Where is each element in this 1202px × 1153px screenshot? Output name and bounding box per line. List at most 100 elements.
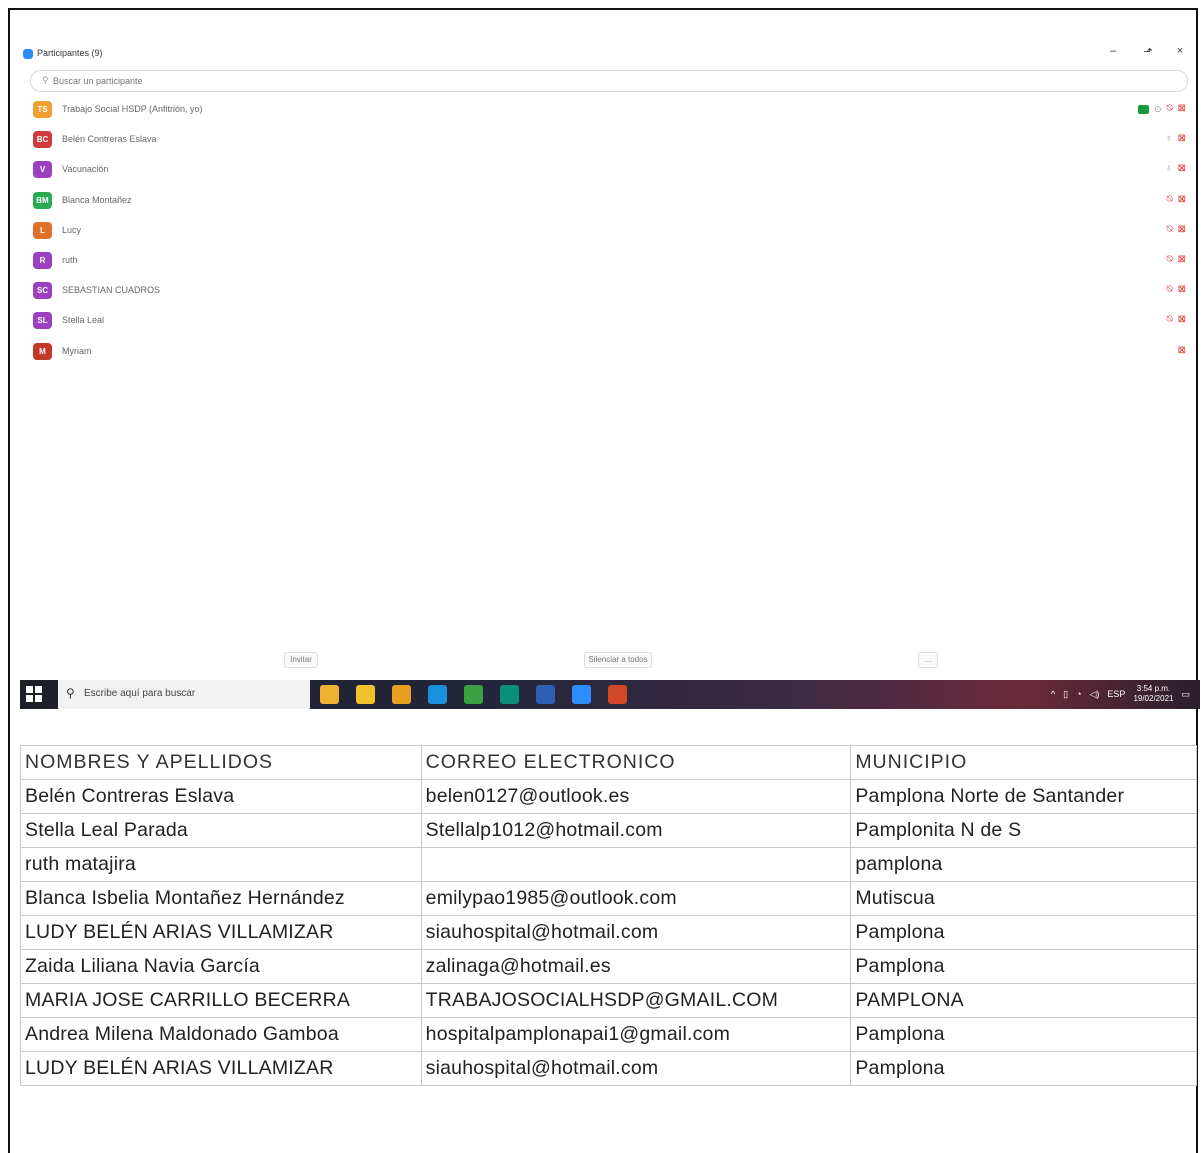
avatar: SL: [33, 312, 52, 330]
participant-status-icons: ♁ ⊠: [1165, 132, 1186, 146]
participant-status-icons: ⊙ ⍉ ⊠: [1138, 102, 1186, 116]
file-explorer-icon[interactable]: [356, 685, 375, 704]
participant-search-box[interactable]: ⚲: [30, 70, 1188, 92]
chrome-icon[interactable]: [392, 685, 411, 704]
chevron-up-icon[interactable]: ^: [1051, 689, 1055, 699]
municipality-cell: Pamplona: [850, 1051, 1197, 1086]
video-off-icon[interactable]: ⊠: [1178, 162, 1186, 176]
table-row: Blanca Isbelia Montañez Hernández emilypa…: [20, 881, 1197, 916]
municipality-cell: pamplona: [850, 847, 1197, 882]
participant-row[interactable]: BM Blanca Montañez ⍉ ⊠: [20, 191, 1192, 221]
minimize-button[interactable]: –: [1105, 45, 1121, 57]
header-names: NOMBRES Y APELLIDOS: [20, 745, 422, 780]
participant-name: Trabajo Social HSDP (Anfitrión, yo): [62, 104, 203, 114]
windows-taskbar: ⚲ Escribe aquí para buscar ^ ▯ ◔ ◁) ESP …: [20, 680, 1200, 709]
network-icon[interactable]: ◔: [1076, 689, 1081, 699]
mic-icon[interactable]: ♁: [1165, 162, 1173, 176]
participant-row[interactable]: SL Stella Leal ⍉ ⊠: [20, 311, 1192, 341]
avatar: BC: [33, 131, 52, 149]
taskbar-apps: [320, 685, 627, 704]
participant-status-icons: ⍉ ⊠: [1167, 223, 1186, 237]
notifications-icon[interactable]: ▭: [1181, 689, 1190, 700]
municipality-cell: Pamplona Norte de Santander: [850, 779, 1197, 814]
participant-row[interactable]: TS Trabajo Social HSDP (Anfitrión, yo) ⊙ ⍉ ⊠: [20, 100, 1192, 130]
taskbar-clock[interactable]: 3:54 p.m. 19/02/2021: [1133, 684, 1173, 704]
participant-status-icons: ⍉ ⊠: [1167, 313, 1186, 327]
participant-row[interactable]: BC Belén Contreras Eslava ♁ ⊠: [20, 130, 1192, 160]
video-off-icon[interactable]: ⊠: [1178, 313, 1186, 327]
participants-data-table: NOMBRES Y APELLIDOS CORREO ELECTRONICO M…: [20, 745, 1197, 1086]
participant-name: Stella Leal: [62, 315, 105, 326]
clock-date: 19/02/2021: [1133, 694, 1174, 703]
video-off-icon[interactable]: ⊠: [1178, 132, 1186, 146]
edge-icon[interactable]: [428, 685, 447, 704]
mic-muted-icon[interactable]: ⍉: [1167, 313, 1173, 327]
participant-status-icons: ⍉ ⊠: [1167, 253, 1186, 267]
zoom-icon[interactable]: [572, 685, 591, 704]
table-row: Belén Contreras Eslava belen0127@outlook.…: [20, 779, 1197, 814]
mic-muted-icon[interactable]: ⍉: [1167, 223, 1173, 237]
participant-row[interactable]: M Myriam ⊠: [20, 342, 1192, 372]
video-off-icon[interactable]: ⊠: [1178, 102, 1186, 116]
windows-start-button[interactable]: [26, 686, 42, 702]
video-off-icon[interactable]: ⊠: [1178, 344, 1186, 358]
taskbar-search-box[interactable]: ⚲ Escribe aquí para buscar: [58, 680, 310, 709]
mic-muted-icon[interactable]: ⍉: [1167, 253, 1173, 267]
video-off-icon[interactable]: ⊠: [1178, 223, 1186, 237]
municipality-cell: Pamplona: [850, 949, 1197, 984]
invite-button[interactable]: Invitar: [284, 652, 318, 668]
mute-all-button[interactable]: Silenciar a todos: [584, 652, 652, 668]
email-cell: Stellalp1012@hotmail.com: [420, 813, 852, 848]
mic-muted-icon[interactable]: ⍉: [1167, 102, 1173, 116]
avatar: TS: [33, 101, 52, 118]
publisher-icon[interactable]: [500, 685, 519, 704]
restore-button[interactable]: ⬏: [1140, 45, 1156, 58]
language-indicator[interactable]: ESP: [1107, 689, 1125, 699]
zoom-logo-icon: [23, 49, 33, 59]
mic-muted-icon[interactable]: ⍉: [1167, 283, 1173, 297]
clock-time: 3:54 p.m.: [1136, 684, 1171, 693]
email-cell: siauhospital@hotmail.com: [420, 915, 852, 950]
participants-panel: Participantes (9) – ⬏ × ⚲ TS Trabajo Soci…: [20, 40, 1192, 680]
avatar: SC: [33, 282, 52, 300]
municipality-cell: Mutiscua: [850, 881, 1197, 916]
participant-row[interactable]: V Vacunación ♁ ⊠: [20, 160, 1192, 190]
participant-name: Myriam: [62, 345, 92, 356]
participant-row[interactable]: L Lucy ⍉ ⊠: [20, 221, 1192, 251]
participant-status-icons: ♁ ⊠: [1165, 162, 1186, 176]
participant-search-input[interactable]: [53, 74, 653, 88]
mic-icon[interactable]: ♁: [1165, 132, 1173, 146]
close-button[interactable]: ×: [1172, 45, 1188, 57]
video-off-icon[interactable]: ⊠: [1178, 193, 1186, 207]
participant-row[interactable]: SC SEBASTIAN CUADROS ⍉ ⊠: [20, 281, 1192, 311]
word-icon[interactable]: [536, 685, 555, 704]
mic-muted-icon[interactable]: ⍉: [1167, 193, 1173, 207]
avatar: M: [33, 342, 52, 360]
participant-status-icons: ⍉ ⊠: [1167, 283, 1186, 297]
search-icon: ⚲: [42, 75, 49, 85]
powerpoint-icon[interactable]: [608, 685, 627, 704]
video-off-icon[interactable]: ⊠: [1178, 283, 1186, 297]
participants-title: Participantes (9): [37, 48, 103, 58]
app-icon[interactable]: [464, 685, 483, 704]
participant-name: SEBASTIAN CUADROS: [62, 285, 161, 296]
video-off-icon[interactable]: ⊠: [1178, 253, 1186, 267]
share-icon[interactable]: [1138, 104, 1150, 114]
battery-icon[interactable]: ▯: [1063, 689, 1068, 700]
chart-app-icon[interactable]: [320, 685, 339, 704]
table-row: Stella Leal Parada Stellalp1012@hotmail.c…: [20, 813, 1197, 848]
participants-footer: Invitar Silenciar a todos ...: [20, 652, 1192, 672]
more-options-button[interactable]: ...: [918, 652, 938, 668]
name-cell: LUDY BELÉN ARIAS VILLAMIZAR: [20, 1051, 422, 1086]
name-cell: Zaida Liliana Navia García: [20, 949, 422, 984]
email-cell: siauhospital@hotmail.com: [420, 1051, 852, 1086]
name-cell: Belén Contreras Eslava: [20, 779, 422, 814]
municipality-cell: Pamplona: [850, 915, 1197, 950]
table-row: MARIA JOSE CARRILLO BECERRA TRABAJOSOCIAL…: [20, 983, 1197, 1018]
table-row: LUDY BELÉN ARIAS VILLAMIZAR siauhospital@…: [20, 1051, 1197, 1086]
participant-row[interactable]: Rruth ⍉ ⊠: [20, 251, 1192, 281]
volume-icon[interactable]: ◁): [1090, 689, 1100, 700]
email-cell: [420, 847, 852, 882]
participant-list: TS Trabajo Social HSDP (Anfitrión, yo) ⊙ ⍉ ⊠…: [20, 100, 1192, 372]
hand-icon[interactable]: ⊙: [1154, 102, 1162, 116]
